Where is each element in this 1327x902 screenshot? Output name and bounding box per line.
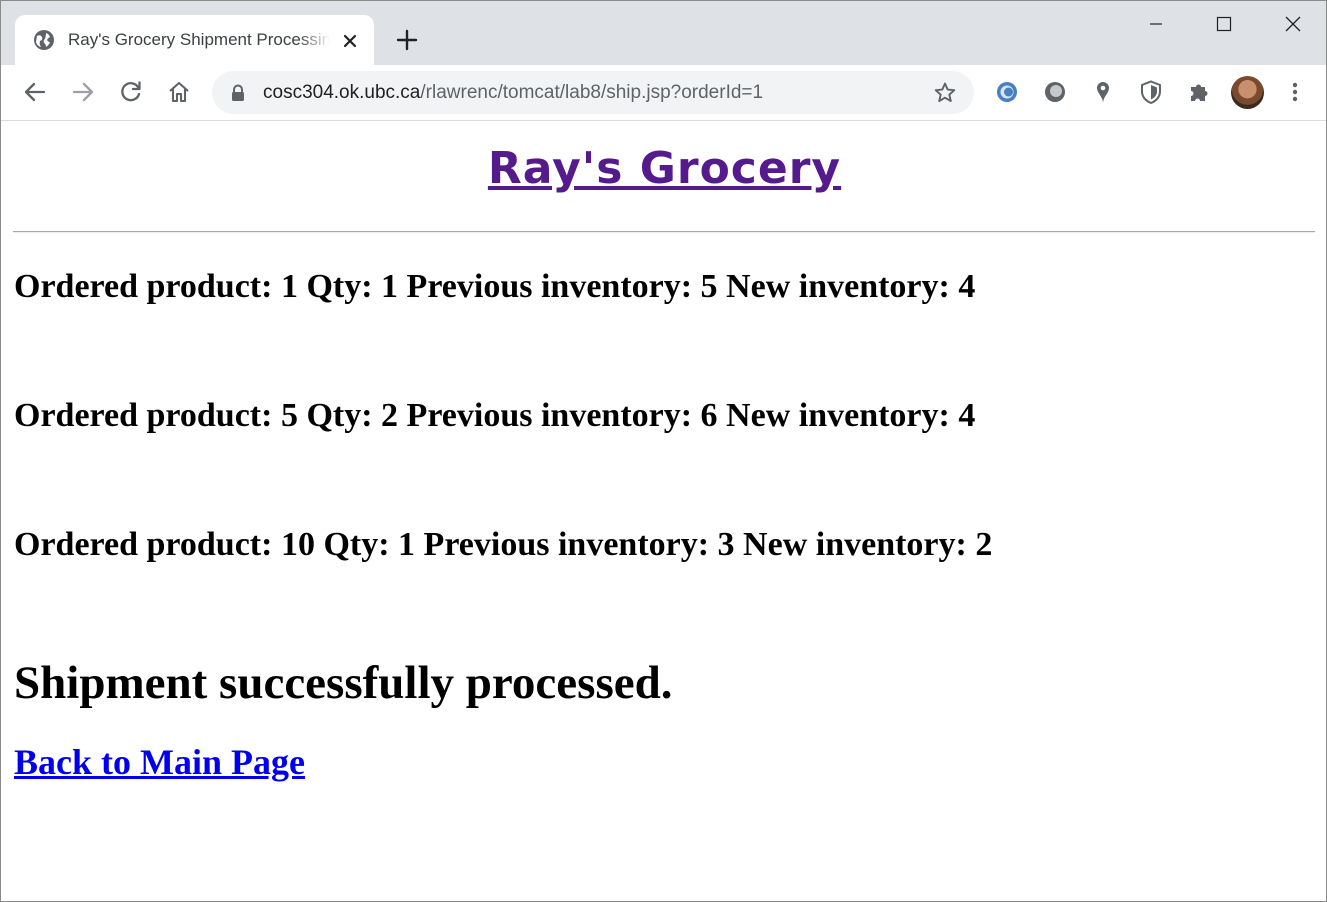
browser-toolbar: cosc304.ok.ubc.ca/rlawrenc/tomcat/lab8/s… [1, 65, 1326, 121]
browser-menu-button[interactable] [1281, 78, 1309, 106]
browser-tab[interactable]: Ray's Grocery Shipment Processing [15, 15, 374, 65]
tab-strip: Ray's Grocery Shipment Processing [1, 1, 1326, 65]
map-pin-extension-button[interactable] [1089, 78, 1117, 106]
maximize-icon[interactable] [1201, 7, 1247, 41]
horizontal-rule [13, 231, 1315, 233]
close-tab-icon[interactable] [339, 30, 361, 52]
forward-arrow-icon [72, 82, 94, 102]
home-icon [169, 81, 189, 103]
more-vertical-icon [1292, 82, 1298, 102]
reload-icon [121, 81, 141, 102]
circle-extension-button[interactable] [1041, 78, 1069, 106]
puzzle-extensions-icon [1191, 84, 1208, 101]
map-pin-extension-icon [1097, 82, 1109, 103]
shipment-line-1: Ordered product: 1 Qty: 1 Previous inven… [14, 268, 976, 305]
status-message: Shipment successfully processed. [14, 657, 673, 709]
url-path: /rlawrenc/tomcat/lab8/ship.jsp?orderId=1 [420, 82, 764, 103]
lock-icon[interactable] [230, 84, 246, 102]
tab-title: Ray's Grocery Shipment Processing [68, 30, 330, 49]
forward-button[interactable] [68, 77, 98, 107]
reload-button[interactable] [116, 77, 146, 107]
back-to-main-link[interactable]: Back to Main Page [14, 740, 305, 784]
address-bar[interactable]: cosc304.ok.ubc.ca/rlawrenc/tomcat/lab8/s… [212, 71, 974, 114]
shipment-line-2: Ordered product: 5 Qty: 2 Previous inven… [14, 397, 976, 434]
home-button[interactable] [164, 77, 194, 107]
bookmark-star-icon[interactable] [933, 81, 957, 105]
minimize-icon[interactable] [1133, 7, 1179, 41]
site-title-link[interactable]: Ray's Grocery [1, 141, 1326, 197]
circle-extension-icon [1045, 82, 1065, 102]
ring-extension-button[interactable] [993, 78, 1021, 106]
new-tab-plus-icon[interactable] [394, 27, 420, 53]
page-content: Ray's Grocery Ordered product: 1 Qty: 1 … [1, 121, 1326, 901]
shield-extension-icon [1141, 80, 1161, 105]
back-button[interactable] [20, 77, 50, 107]
ring-extension-icon [997, 82, 1017, 102]
window-close-icon[interactable] [1269, 7, 1315, 41]
profile-avatar[interactable] [1231, 76, 1264, 109]
extensions-button[interactable] [1185, 78, 1213, 106]
shipment-line-3: Ordered product: 10 Qty: 1 Previous inve… [14, 526, 993, 563]
url-text[interactable]: cosc304.ok.ubc.ca/rlawrenc/tomcat/lab8/s… [263, 71, 763, 114]
browser-window: Ray's Grocery Shipment Processing cosc30… [0, 0, 1327, 902]
globe-icon [34, 30, 54, 50]
back-arrow-icon [24, 82, 46, 102]
url-host: cosc304.ok.ubc.ca [263, 82, 421, 103]
shield-extension-button[interactable] [1137, 78, 1165, 106]
